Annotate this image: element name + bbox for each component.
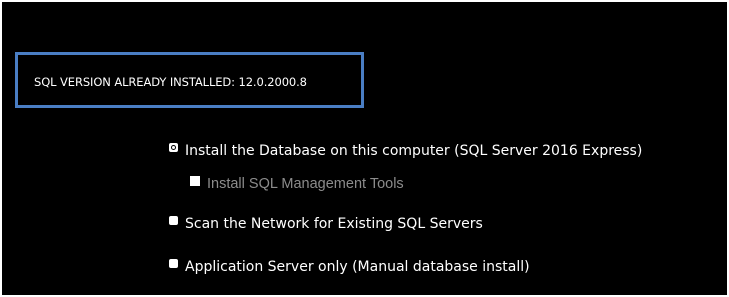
option-install-database[interactable]: Install the Database on this computer (S… — [169, 142, 643, 159]
option-install-database-label: Install the Database on this computer (S… — [185, 143, 643, 159]
option-scan-network[interactable]: Scan the Network for Existing SQL Server… — [169, 215, 483, 232]
option-install-management-tools-label: Install SQL Management Tools — [207, 176, 404, 192]
version-notice-box: SQL VERSION ALREADY INSTALLED: 12.0.2000… — [15, 52, 364, 108]
install-options-panel: SQL VERSION ALREADY INSTALLED: 12.0.2000… — [2, 2, 727, 295]
radio-application-server[interactable] — [169, 258, 178, 268]
version-notice-text: SQL VERSION ALREADY INSTALLED: 12.0.2000… — [34, 75, 307, 89]
option-application-server[interactable]: Application Server only (Manual database… — [169, 258, 530, 275]
option-scan-network-label: Scan the Network for Existing SQL Server… — [185, 216, 483, 232]
radio-scan-network[interactable] — [169, 215, 178, 225]
option-application-server-label: Application Server only (Manual database… — [185, 259, 530, 275]
option-install-management-tools[interactable]: Install SQL Management Tools — [190, 176, 404, 192]
radio-install-database[interactable] — [169, 142, 178, 152]
checkbox-install-management-tools[interactable] — [190, 176, 200, 186]
